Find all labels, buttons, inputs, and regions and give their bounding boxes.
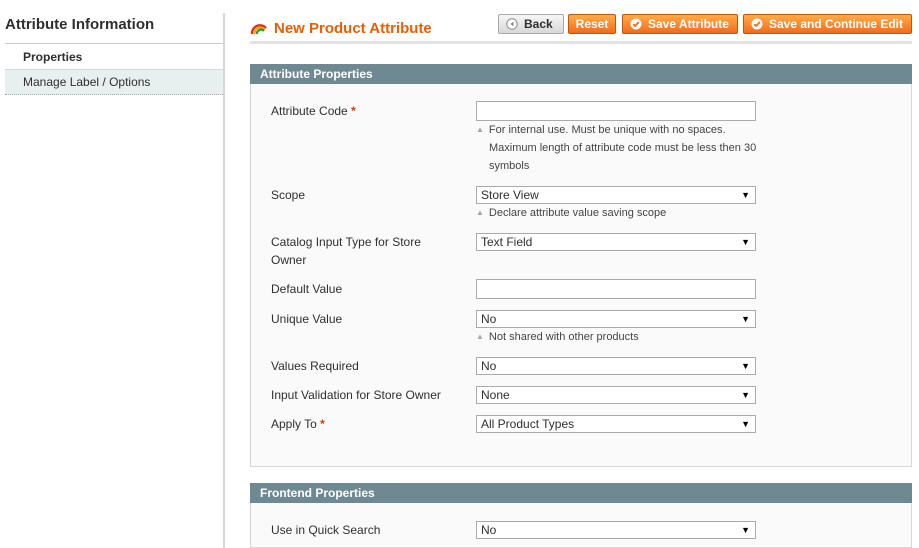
- back-button[interactable]: Back: [498, 14, 564, 34]
- scope-note: ▲ Declare attribute value saving scope: [476, 207, 667, 219]
- check-circle-icon: [630, 18, 642, 30]
- required-mark: *: [320, 417, 325, 431]
- dropdown-arrow-icon: ▼: [741, 390, 750, 400]
- note-triangle-icon: ▲: [476, 208, 484, 217]
- save-and-continue-label: Save and Continue Edit: [769, 17, 904, 31]
- quick-search-select[interactable]: No ▼: [476, 521, 756, 539]
- input-validation-label: Input Validation for Store Owner: [271, 388, 441, 402]
- check-circle-icon: [751, 18, 763, 30]
- save-and-continue-button[interactable]: Save and Continue Edit: [743, 14, 912, 34]
- input-type-select[interactable]: Text Field ▼: [476, 233, 756, 251]
- dropdown-arrow-icon: ▼: [741, 314, 750, 324]
- attribute-code-label: Attribute Code *: [271, 104, 356, 118]
- dropdown-arrow-icon: ▼: [741, 237, 750, 247]
- save-attribute-label: Save Attribute: [648, 17, 729, 31]
- save-attribute-button[interactable]: Save Attribute: [622, 14, 738, 34]
- unique-value-label: Unique Value: [271, 312, 343, 326]
- sidebar-title: Attribute Information: [5, 16, 155, 33]
- sidebar-divider: [5, 43, 223, 44]
- input-type-label: Catalog Input Type for Store Owner: [271, 235, 421, 267]
- scope-select[interactable]: Store View ▼: [476, 186, 756, 204]
- apply-to-label: Apply To *: [271, 417, 325, 431]
- page-title: New Product Attribute: [274, 20, 432, 37]
- input-validation-select[interactable]: None ▼: [476, 386, 756, 404]
- frontend-properties-header: Frontend Properties: [250, 483, 912, 503]
- apply-to-select[interactable]: All Product Types ▼: [476, 415, 756, 433]
- attribute-properties-header: Attribute Properties: [250, 64, 912, 84]
- values-required-label: Values Required: [271, 359, 359, 373]
- attribute-code-note: ▲ For internal use. Must be unique with n…: [476, 124, 757, 172]
- sidebar-border: [223, 13, 225, 548]
- sidebar: Attribute Information Properties Manage …: [0, 0, 226, 548]
- reset-button-label: Reset: [575, 17, 609, 31]
- quick-search-label: Use in Quick Search: [271, 523, 381, 537]
- rainbow-icon: [250, 24, 267, 35]
- scope-label: Scope: [271, 188, 306, 202]
- note-triangle-icon: ▲: [476, 332, 484, 341]
- values-required-select[interactable]: No ▼: [476, 357, 756, 375]
- dropdown-arrow-icon: ▼: [741, 361, 750, 371]
- default-value-label: Default Value: [271, 282, 343, 296]
- dropdown-arrow-icon: ▼: [741, 190, 750, 200]
- note-triangle-icon: ▲: [476, 125, 484, 134]
- required-mark: *: [351, 104, 356, 118]
- header-divider: [250, 41, 912, 44]
- unique-value-note: ▲ Not shared with other products: [476, 331, 639, 343]
- default-value-input[interactable]: [476, 279, 756, 299]
- tab-manage-label-options[interactable]: Manage Label / Options: [5, 69, 223, 95]
- dropdown-arrow-icon: ▼: [741, 525, 750, 535]
- back-button-label: Back: [524, 17, 553, 31]
- unique-value-select[interactable]: No ▼: [476, 310, 756, 328]
- dropdown-arrow-icon: ▼: [741, 419, 750, 429]
- tab-properties[interactable]: Properties: [5, 45, 223, 69]
- reset-button[interactable]: Reset: [568, 14, 616, 34]
- arrow-left-icon: [506, 18, 518, 30]
- attribute-code-input[interactable]: [476, 101, 756, 121]
